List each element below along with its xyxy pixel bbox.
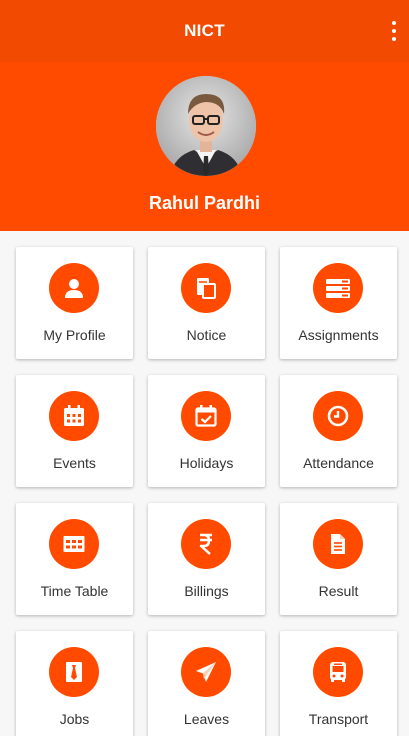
tile-billings[interactable]: Billings xyxy=(148,503,265,615)
tile-my-profile[interactable]: My Profile xyxy=(16,247,133,359)
tile-label: My Profile xyxy=(43,327,106,343)
document-icon xyxy=(313,519,363,569)
tile-label: Result xyxy=(318,583,359,599)
rupee-icon xyxy=(181,519,231,569)
tile-label: Time Table xyxy=(40,583,109,599)
bus-icon xyxy=(313,647,363,697)
profile-name: Rahul Pardhi xyxy=(148,193,260,213)
calendar-check-icon xyxy=(181,391,231,441)
tile-result[interactable]: Result xyxy=(280,503,397,615)
tile-label: Assignments xyxy=(298,327,379,343)
clock-icon xyxy=(313,391,363,441)
table-icon xyxy=(49,519,99,569)
tile-label: Billings xyxy=(184,583,229,599)
paper-plane-icon xyxy=(181,647,231,697)
tile-label: Notice xyxy=(186,327,227,343)
tile-attendance[interactable]: Attendance xyxy=(280,375,397,487)
tile-label: Jobs xyxy=(59,711,90,727)
calendar-grid-icon xyxy=(49,391,99,441)
tile-jobs[interactable]: Jobs xyxy=(16,631,133,736)
notice-icon xyxy=(181,263,231,313)
app-bar: NICT xyxy=(0,0,409,62)
more-vert-icon[interactable] xyxy=(389,21,399,41)
tile-events[interactable]: Events xyxy=(16,375,133,487)
tile-holidays[interactable]: Holidays xyxy=(148,375,265,487)
tile-leaves[interactable]: Leaves xyxy=(148,631,265,736)
avatar[interactable] xyxy=(156,76,256,176)
profile-header: Rahul Pardhi xyxy=(0,62,409,231)
tie-icon xyxy=(49,647,99,697)
tile-label: Attendance xyxy=(303,455,374,471)
person-icon xyxy=(49,263,99,313)
tile-label: Leaves xyxy=(183,711,230,727)
tile-notice[interactable]: Notice xyxy=(148,247,265,359)
tile-transport[interactable]: Transport xyxy=(280,631,397,736)
assignments-icon xyxy=(313,263,363,313)
tile-label: Transport xyxy=(308,711,369,727)
tile-time-table[interactable]: Time Table xyxy=(16,503,133,615)
tile-label: Holidays xyxy=(179,455,234,471)
app-title: NICT xyxy=(184,21,225,40)
tile-assignments[interactable]: Assignments xyxy=(280,247,397,359)
tile-label: Events xyxy=(53,455,96,471)
